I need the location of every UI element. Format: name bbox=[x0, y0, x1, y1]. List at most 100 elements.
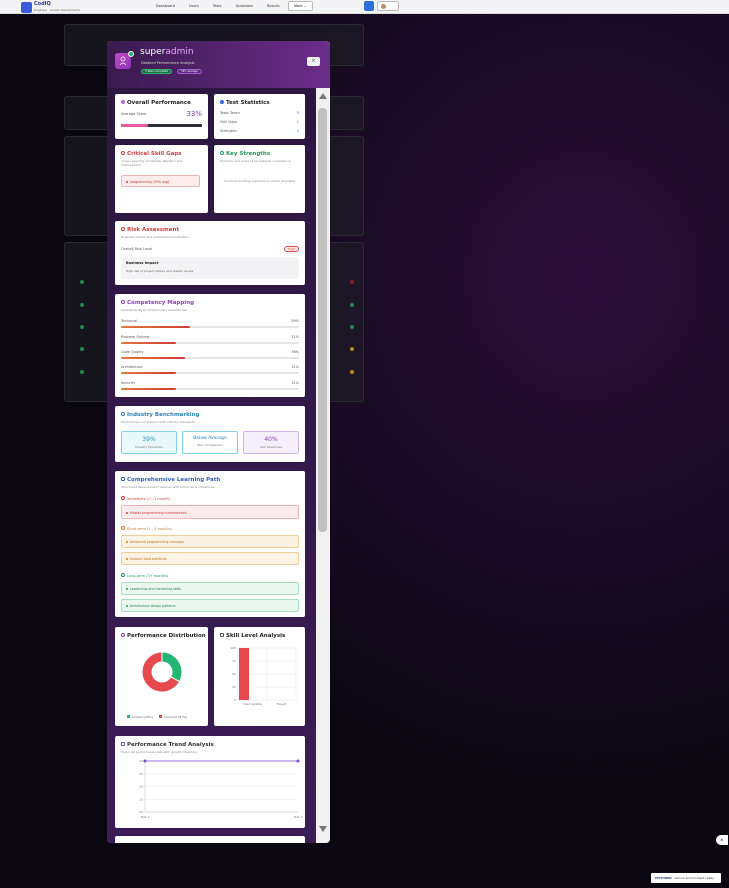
competency-fill bbox=[121, 372, 177, 374]
trending-icon bbox=[121, 412, 125, 416]
bullet-icon bbox=[126, 605, 128, 607]
competency-value: 31% bbox=[291, 365, 299, 369]
bullet-icon bbox=[126, 181, 128, 183]
performance-distribution-card: Performance Distribution Correct (33%) I… bbox=[115, 627, 208, 726]
competency-label: Security bbox=[121, 381, 136, 385]
skill-level-card: Skill Level Analysis 100 75 50 25 0 Intermedi… bbox=[214, 627, 305, 726]
phase-label: Long-term (3+ months) bbox=[121, 573, 299, 578]
footer-badge: MYTOKEN · secure environment ready bbox=[651, 873, 721, 883]
chart-icon bbox=[121, 100, 125, 104]
competency-label: Code Quality bbox=[121, 350, 144, 354]
skill-bar-intermediate bbox=[239, 648, 249, 700]
book-icon bbox=[121, 477, 125, 481]
learning-item: Industry best practices bbox=[121, 552, 299, 565]
trend-line-chart: 3433333333Test 1 Test 3 bbox=[139, 759, 302, 819]
clock-icon bbox=[121, 526, 125, 530]
risk-level-label: Overall Risk Level bbox=[121, 247, 153, 251]
check-icon bbox=[220, 151, 224, 155]
strengths-subtitle: Domains and areas of exceptional compete… bbox=[220, 159, 291, 163]
competency-row: Code Quality 36% bbox=[121, 350, 299, 354]
bg-status-dot bbox=[350, 347, 354, 351]
bullet-icon bbox=[126, 558, 128, 560]
bg-status-dot bbox=[350, 280, 354, 284]
clock-icon bbox=[121, 496, 125, 500]
target-icon bbox=[220, 100, 224, 104]
skill-x-tick: Intermediate bbox=[243, 702, 263, 706]
trend-subtitle: Historical performance data with growth … bbox=[121, 750, 198, 754]
modal-header: superadmin Detailed Performance Analysis… bbox=[107, 41, 330, 88]
skill-gap-item: programming (33% avg) bbox=[121, 175, 200, 187]
competency-title-text: Competency Mapping bbox=[127, 300, 195, 306]
nav-questions[interactable]: Questions bbox=[236, 4, 253, 8]
benchmark-subtitle: Performance comparison with industry sta… bbox=[121, 420, 195, 424]
learning-subtitle: Structured development roadmap with time… bbox=[121, 485, 215, 489]
phase-label-text: Immediate (0 - 1 month) bbox=[127, 497, 171, 501]
nav-tests[interactable]: Tests bbox=[213, 4, 222, 8]
bar-chart-icon bbox=[220, 633, 224, 637]
benchmark-peer: Below Average Peer Comparison bbox=[182, 431, 238, 454]
scroll-down-icon[interactable] bbox=[319, 826, 327, 832]
benchmark-title: Industry Benchmarking bbox=[121, 412, 200, 418]
benchmark-readiness-label: Skill Readiness bbox=[259, 445, 283, 449]
learning-item: Architecture design patterns bbox=[121, 599, 299, 612]
nav-dashboard[interactable]: Dashboard bbox=[156, 4, 175, 8]
industry-benchmarking-card: Industry Benchmarking Performance compar… bbox=[115, 406, 305, 462]
skill-level-bar-chart: 100 75 50 25 0 Intermediate Expert bbox=[230, 646, 297, 706]
modal-scrollbar[interactable] bbox=[316, 88, 330, 843]
competency-row: Architecture 31% bbox=[121, 365, 299, 369]
bg-status-dot bbox=[80, 325, 84, 329]
average-score-fill bbox=[121, 124, 148, 127]
competency-label: Technical bbox=[121, 319, 138, 323]
learning-path-card: Comprehensive Learning Path Structured d… bbox=[115, 471, 305, 617]
trend-y-tick: 34 bbox=[139, 759, 143, 763]
footer-badge-text: · secure environment ready bbox=[671, 876, 715, 880]
gaps-title: Critical Skill Gaps bbox=[121, 151, 182, 157]
distribution-title: Performance Distribution bbox=[121, 633, 206, 639]
overall-title: Overall Performance bbox=[121, 100, 191, 106]
competency-value: 36% bbox=[291, 350, 299, 354]
user-menu-button[interactable] bbox=[377, 1, 399, 11]
learning-item: Advanced programming concepts bbox=[121, 535, 299, 548]
tests-completed-badge: 3 Tests Completed bbox=[141, 69, 173, 74]
more-button[interactable]: More ⌄ bbox=[288, 1, 313, 11]
stat-row: Tests Taken 3 bbox=[220, 111, 299, 115]
competency-value: 39% bbox=[291, 319, 299, 323]
risk-title-text: Risk Assessment bbox=[127, 227, 180, 233]
legend-swatch bbox=[158, 715, 162, 718]
learning-item: Master programming fundamentals bbox=[121, 505, 299, 519]
nav-links: Dashboard Users Tests Questions Results bbox=[156, 4, 280, 8]
distribution-title-text: Performance Distribution bbox=[127, 633, 206, 639]
phase-label-text: Long-term (3+ months) bbox=[127, 574, 169, 578]
nav-results[interactable]: Results bbox=[267, 4, 280, 8]
floating-help-button[interactable]: ⊕ bbox=[716, 835, 728, 845]
stat-label: Strengths bbox=[220, 129, 237, 133]
stat-row: Strengths 0 bbox=[220, 129, 299, 133]
bg-status-dot bbox=[350, 370, 354, 374]
scrollbar-thumb[interactable] bbox=[318, 108, 327, 532]
test-stats-title-text: Test Statistics bbox=[226, 100, 270, 106]
bg-status-dot bbox=[80, 347, 84, 351]
skill-y-tick: 100 bbox=[230, 646, 236, 650]
strengths-title-text: Key Strengths bbox=[226, 151, 271, 157]
legend-correct: Correct (33%) bbox=[132, 715, 153, 719]
bg-status-dot bbox=[80, 303, 84, 307]
learning-item-text: Advanced programming concepts bbox=[130, 540, 184, 544]
footer-badge-brand: MYTOKEN bbox=[655, 876, 672, 880]
test-statistics-card: Test Statistics Tests Taken 3 Skill Gaps 1… bbox=[214, 94, 305, 139]
trend-x-tick: Test 1 bbox=[140, 815, 150, 819]
stat-label: Skill Gaps bbox=[220, 120, 238, 124]
modal-username: superadmin bbox=[140, 47, 194, 57]
close-button[interactable]: × bbox=[307, 57, 320, 66]
notification-icon[interactable] bbox=[364, 1, 374, 11]
learning-item-text: Leadership and mentoring skills bbox=[130, 587, 181, 591]
average-score-bar bbox=[121, 124, 202, 127]
brand[interactable]: CodIQ Engineer · Grade Assessments bbox=[21, 1, 80, 13]
scroll-up-icon[interactable] bbox=[319, 93, 327, 99]
skill-y-tick: 0 bbox=[234, 698, 236, 702]
pie-icon bbox=[121, 633, 125, 637]
modal-body: Overall Performance Average Score 33% Tes… bbox=[107, 88, 330, 843]
competency-label: Problem Solving bbox=[121, 335, 150, 339]
username-prefix: super bbox=[140, 47, 166, 57]
performance-modal: superadmin Detailed Performance Analysis… bbox=[107, 41, 330, 843]
nav-users[interactable]: Users bbox=[189, 4, 199, 8]
